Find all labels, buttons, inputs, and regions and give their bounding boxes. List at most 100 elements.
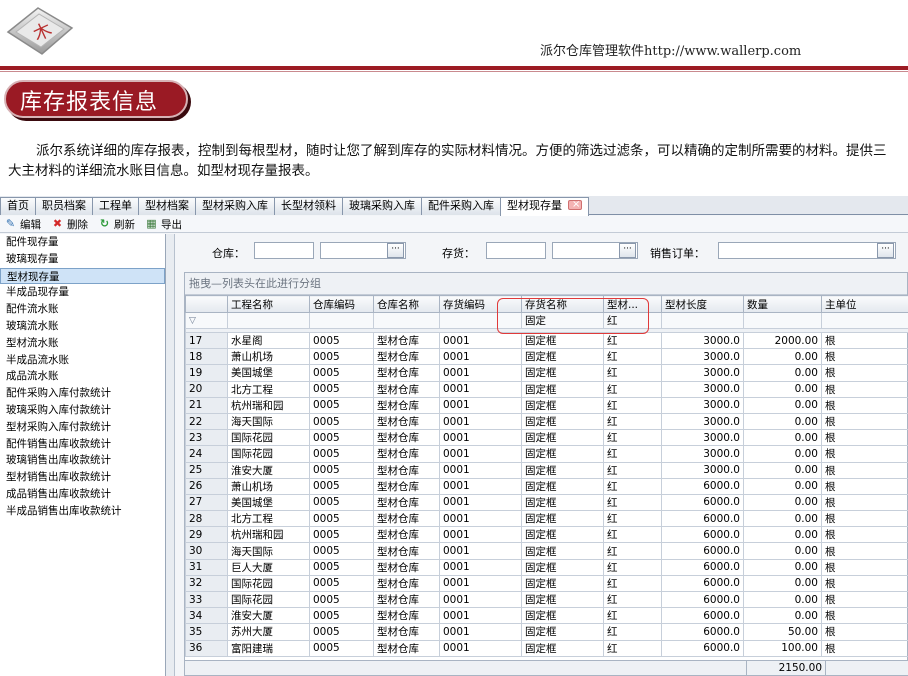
project-cell: 国际花园	[227, 574, 310, 593]
page-title: 库存报表信息	[20, 90, 159, 115]
tab-project[interactable]: 工程单	[92, 197, 139, 215]
table-row[interactable]: 20 北方工程 0005 型材仓库 0001 固定框红 3000.0 0.00 根	[185, 380, 908, 398]
table-row[interactable]: 17 水星阁 0005 型材仓库 0001 固定框红 3000.0 2000.00 根	[185, 331, 908, 350]
sidebar-item-parts-purchase-pay[interactable]: 配件采购入库付款统计	[0, 385, 165, 402]
tab-profile-stock[interactable]: 型材现存量	[500, 197, 589, 216]
project-cell: 美国城堡	[227, 493, 310, 512]
warehouse-code-cell: 0005	[309, 607, 374, 625]
profile-cell: 红	[603, 623, 662, 641]
filter-cell-unit[interactable]	[821, 312, 908, 329]
table-row[interactable]: 33 国际花园 0005 型材仓库 0001 固定框红 6000.0 0.00 根	[185, 590, 908, 609]
refresh-button[interactable]: ↻ 刷新	[98, 217, 135, 232]
profile-cell: 红	[603, 607, 662, 625]
stock-name-cell: 固定框	[521, 461, 604, 479]
sidebar-item-profile-ledger[interactable]: 型材流水账	[0, 335, 165, 352]
sidebar-item-profile-stock[interactable]: 型材现存量	[0, 267, 165, 285]
profile-cell: 红	[603, 639, 662, 657]
unit-cell: 根	[821, 412, 908, 431]
sidebar-item-parts-ledger[interactable]: 配件流水账	[0, 301, 165, 318]
filter-cell-warehouse-code[interactable]	[309, 312, 374, 329]
tab-glass-purchase[interactable]: 玻璃采购入库	[342, 197, 422, 215]
profile-cell: 红	[603, 396, 662, 414]
sidebar-item-semi-sales-receipt[interactable]: 半成品销售出库收款统计	[0, 503, 165, 520]
profile-cell: 红	[603, 380, 662, 398]
sidebar-item-semi-stock[interactable]: 半成品现存量	[0, 284, 165, 301]
unit-cell: 根	[821, 558, 908, 576]
sidebar-item-glass-stock[interactable]: 玻璃现存量	[0, 251, 165, 268]
filter-icon[interactable]: ▽	[185, 312, 228, 329]
table-row[interactable]: 32 国际花园 0005 型材仓库 0001 固定框红 6000.0 0.00 根	[185, 574, 908, 593]
filter-cell-quantity[interactable]	[743, 312, 822, 329]
sidebar-item-parts-stock[interactable]: 配件现存量	[0, 234, 165, 251]
column-header-length[interactable]: 型材长度	[661, 295, 744, 313]
edit-button[interactable]: ✎ 编辑	[4, 217, 41, 232]
column-header-warehouse-name[interactable]: 仓库名称	[373, 295, 440, 313]
table-row[interactable]: 25 淮安大厦 0005 型材仓库 0001 固定框红 3000.0 0.00 根	[185, 461, 908, 479]
unit-cell: 根	[821, 396, 908, 414]
sidebar-item-glass-purchase-pay[interactable]: 玻璃采购入库付款统计	[0, 402, 165, 419]
table-row[interactable]: 19 美国城堡 0005 型材仓库 0001 固定框红 3000.0 0.00 根	[185, 364, 908, 382]
close-icon[interactable]	[568, 197, 582, 213]
table-row[interactable]: 18 萧山机场 0005 型材仓库 0001 固定框红 3000.0 0.00 根	[185, 348, 908, 366]
column-header-warehouse-code[interactable]: 仓库编码	[309, 295, 374, 313]
tab-staff[interactable]: 职员档案	[35, 197, 93, 215]
tab-profile-archive[interactable]: 型材档案	[138, 197, 196, 215]
summary-footer: 2150.00	[185, 660, 908, 675]
table-row[interactable]: 27 美国城堡 0005 型材仓库 0001 固定框红 6000.0 0.00 根	[185, 493, 908, 512]
order-lookup-button[interactable]: ···	[877, 243, 894, 258]
filter-cell-project[interactable]	[227, 312, 310, 329]
export-button[interactable]: ▦ 导出	[145, 217, 182, 232]
column-header-project[interactable]: 工程名称	[227, 295, 310, 313]
stock-name-cell: 固定框	[521, 364, 604, 382]
sidebar-item-semi-ledger[interactable]: 半成品流水账	[0, 352, 165, 369]
order-field[interactable]	[718, 242, 896, 259]
group-by-panel[interactable]: 拖曳—列表头在此进行分组	[185, 273, 907, 295]
sidebar-item-profile-purchase-pay[interactable]: 型材采购入库付款统计	[0, 419, 165, 436]
warehouse-lookup-button[interactable]: ···	[387, 243, 404, 258]
sidebar-item-glass-ledger[interactable]: 玻璃流水账	[0, 318, 165, 335]
sidebar-item-parts-sales-receipt[interactable]: 配件销售出库收款统计	[0, 436, 165, 453]
sidebar-item-glass-sales-receipt[interactable]: 玻璃销售出库收款统计	[0, 452, 165, 469]
warehouse-name-cell: 型材仓库	[373, 623, 440, 641]
warehouse-code-cell: 0005	[309, 477, 374, 495]
table-row[interactable]: 26 萧山机场 0005 型材仓库 0001 固定框红 6000.0 0.00 根	[185, 477, 908, 495]
row-number: 34	[185, 607, 228, 625]
filter-cell-length[interactable]	[661, 312, 744, 329]
stock-name-cell: 固定框	[521, 396, 604, 414]
profile-cell: 红	[603, 429, 662, 447]
filter-cell-warehouse-name[interactable]	[373, 312, 440, 329]
table-row[interactable]: 29 杭州瑞和园 0005 型材仓库 0001 固定框红 6000.0 0.00 根	[185, 526, 908, 544]
splitter-handle[interactable]	[166, 234, 175, 676]
tab-home[interactable]: 首页	[0, 197, 36, 215]
column-header-unit[interactable]: 主单位	[821, 295, 908, 313]
tab-parts-purchase[interactable]: 配件采购入库	[421, 197, 501, 215]
table-row[interactable]: 23 国际花园 0005 型材仓库 0001 固定框红 3000.0 0.00 根	[185, 429, 908, 447]
table-row[interactable]: 24 国际花园 0005 型材仓库 0001 固定框红 3000.0 0.00 根	[185, 445, 908, 463]
table-row[interactable]: 21 杭州瑞和园 0005 型材仓库 0001 固定框红 3000.0 0.00 根	[185, 396, 908, 414]
row-number: 18	[185, 348, 228, 366]
column-header-quantity[interactable]: 数量	[743, 295, 822, 313]
stock-lookup-button[interactable]: ···	[619, 243, 636, 258]
quantity-cell: 0.00	[743, 396, 822, 414]
sidebar-item-finished-ledger[interactable]: 成品流水账	[0, 368, 165, 385]
table-row[interactable]: 34 淮安大厦 0005 型材仓库 0001 固定框红 6000.0 0.00 根	[185, 607, 908, 625]
stock-code-field[interactable]	[486, 242, 546, 259]
table-row[interactable]: 36 富阳建瑞 0005 型材仓库 0001 固定框红 6000.0 100.00 根	[185, 639, 908, 657]
sidebar-item-finished-sales-receipt[interactable]: 成品销售出库收款统计	[0, 486, 165, 503]
table-row[interactable]: 28 北方工程 0005 型材仓库 0001 固定框红 6000.0 0.00 根	[185, 510, 908, 528]
unit-cell: 根	[821, 364, 908, 382]
table-row[interactable]: 35 苏州大厦 0005 型材仓库 0001 固定框红 6000.0 50.00 根	[185, 623, 908, 641]
table-row[interactable]: 31 巨人大厦 0005 型材仓库 0001 固定框红 6000.0 0.00 根	[185, 558, 908, 576]
tab-long-profile[interactable]: 长型材领料	[274, 197, 343, 215]
table-row[interactable]: 30 海天国际 0005 型材仓库 0001 固定框红 6000.0 0.00 根	[185, 542, 908, 560]
sidebar-item-profile-sales-receipt[interactable]: 型材销售出库收款统计	[0, 469, 165, 486]
delete-button[interactable]: ✖ 删除	[51, 217, 88, 232]
length-cell: 6000.0	[661, 477, 744, 495]
filter-bar: 仓库： ··· 存货： ··· 销售订单： ···	[176, 234, 908, 268]
unit-cell: 根	[821, 348, 908, 366]
project-cell: 杭州瑞和园	[227, 526, 310, 544]
warehouse-code-cell: 0005	[309, 590, 374, 609]
table-row[interactable]: 22 海天国际 0005 型材仓库 0001 固定框红 3000.0 0.00 根	[185, 412, 908, 431]
tab-profile-purchase[interactable]: 型材采购入库	[195, 197, 275, 215]
warehouse-code-field[interactable]	[254, 242, 314, 259]
